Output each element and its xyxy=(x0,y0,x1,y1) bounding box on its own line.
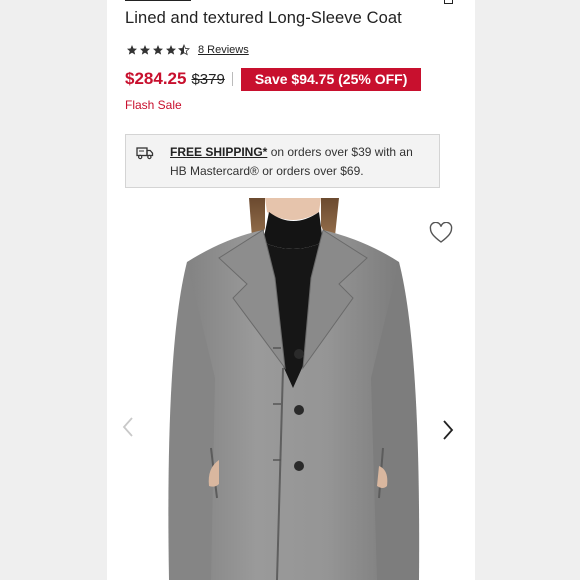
chevron-left-icon[interactable] xyxy=(121,416,135,438)
product-image-gallery[interactable] xyxy=(107,198,475,580)
star-rating xyxy=(126,44,191,56)
free-shipping-banner: FREE SHIPPING* on orders over $39 with a… xyxy=(125,134,440,188)
price-row: $284.25 $379 Save $94.75 (25% OFF) xyxy=(125,67,422,91)
top-divider xyxy=(125,0,191,1)
star-icon xyxy=(153,45,163,55)
star-icon xyxy=(166,45,176,55)
savings-badge: Save $94.75 (25% OFF) xyxy=(240,67,422,91)
sale-price: $284.25 xyxy=(125,69,187,88)
reviews-link[interactable]: 8 Reviews xyxy=(198,44,249,56)
flash-sale-label: Flash Sale xyxy=(125,98,182,112)
original-price: $379 xyxy=(191,70,225,88)
product-page: Lined and textured Long-Sleeve Coat 8 Re… xyxy=(107,0,475,580)
truck-icon xyxy=(136,147,154,160)
shipping-text: FREE SHIPPING* on orders over $39 with a… xyxy=(170,143,430,180)
rating-row: 8 Reviews xyxy=(126,44,249,56)
favorite-heart-icon[interactable] xyxy=(429,222,453,244)
star-icon xyxy=(140,45,150,55)
star-icon xyxy=(127,45,137,55)
product-title: Lined and textured Long-Sleeve Coat xyxy=(125,9,402,27)
chevron-right-icon[interactable] xyxy=(441,419,455,441)
price-separator xyxy=(231,72,233,86)
free-shipping-link[interactable]: FREE SHIPPING* xyxy=(170,145,267,159)
bag-icon[interactable] xyxy=(444,0,453,4)
product-image xyxy=(168,198,420,580)
half-star-icon xyxy=(178,44,190,56)
